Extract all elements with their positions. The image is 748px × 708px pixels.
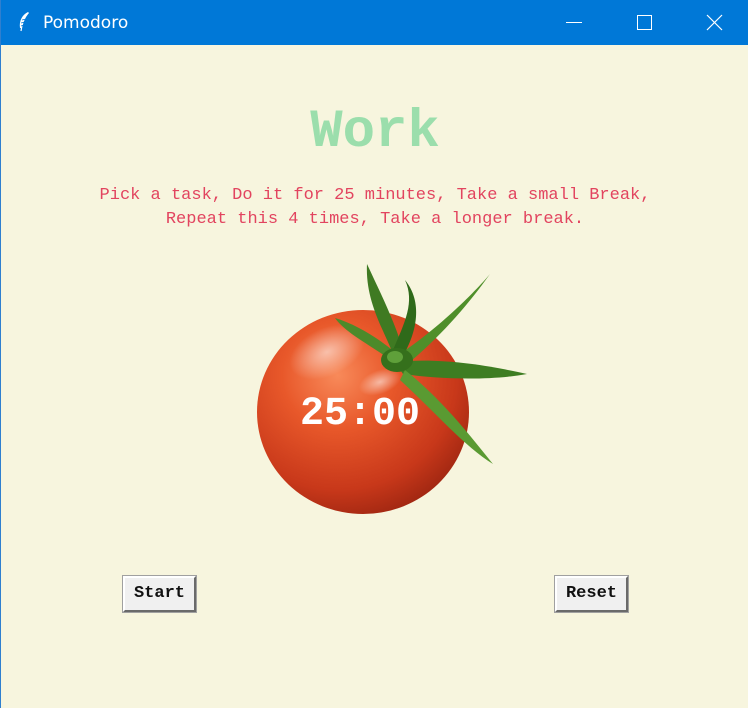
minimize-button[interactable] xyxy=(551,0,597,45)
window-title: Pomodoro xyxy=(43,13,129,33)
close-button[interactable] xyxy=(691,0,737,45)
close-icon xyxy=(706,14,723,31)
pomodoro-window: Pomodoro Work Pick a task, Do it for 25 … xyxy=(0,0,748,708)
reset-button[interactable]: Reset xyxy=(554,575,629,613)
instructions-line-1: Pick a task, Do it for 25 minutes, Take … xyxy=(99,186,651,205)
maximize-button[interactable] xyxy=(621,0,667,45)
maximize-icon xyxy=(637,15,652,30)
feather-icon xyxy=(16,11,32,33)
instructions-line-2: Repeat this 4 times, Take a longer break… xyxy=(165,210,585,229)
countdown-timer: 25:00 xyxy=(299,392,421,437)
mode-heading: Work xyxy=(310,102,440,163)
minimize-icon xyxy=(566,22,582,23)
start-button[interactable]: Start xyxy=(122,575,197,613)
instructions-text: Pick a task, Do it for 25 minutes, Take … xyxy=(1,184,748,232)
title-bar[interactable]: Pomodoro xyxy=(1,0,748,45)
